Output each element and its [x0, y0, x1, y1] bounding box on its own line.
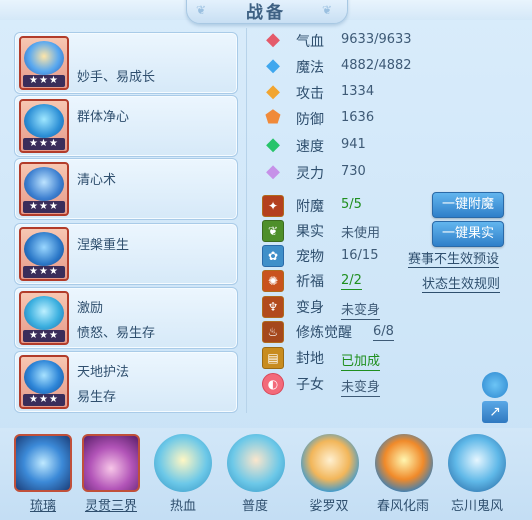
- skill-name: 群体净心: [77, 110, 130, 125]
- awaken-value[interactable]: 6/8: [373, 324, 394, 341]
- one-click-enchant-button[interactable]: 一键附魔: [432, 192, 504, 218]
- skill-icon: ★★★: [19, 36, 69, 90]
- skill-icon: ★★★: [19, 162, 69, 216]
- star-rating: ★★★: [23, 330, 65, 342]
- pet-icon: ✿: [262, 245, 284, 267]
- child-value[interactable]: 未变身: [341, 376, 381, 397]
- attr-value: 4882/4882: [341, 58, 412, 73]
- attack-icon: ◆: [266, 81, 280, 102]
- status-label: 宠物: [296, 249, 324, 265]
- status-rules-link[interactable]: 状态生效规则: [422, 273, 501, 293]
- blessing-icon: ✺: [262, 270, 284, 292]
- transform-value[interactable]: 未变身: [341, 299, 381, 320]
- formation-icon-wangchuanguifeng[interactable]: [448, 434, 506, 492]
- attr-label: 防御: [296, 112, 324, 128]
- blessing-value[interactable]: 2/2: [341, 273, 362, 290]
- panel-title: 战备: [246, 3, 286, 23]
- skill-icon: ★★★: [19, 291, 69, 345]
- spirit-icon: ◆: [266, 161, 280, 182]
- speed-icon: ◆: [266, 134, 280, 155]
- pet-value: 16/15: [341, 248, 379, 263]
- divider: [246, 28, 247, 413]
- formation-icon-pudu[interactable]: [227, 434, 285, 492]
- star-rating: ★★★: [23, 266, 65, 278]
- skill-icon: ★★★: [19, 227, 69, 281]
- formation-name[interactable]: 娑罗双: [291, 495, 367, 514]
- attr-value: 1334: [341, 84, 375, 99]
- formation-icon-suoluoshuang[interactable]: [301, 434, 359, 492]
- share-icon[interactable]: ↗: [482, 401, 508, 423]
- status-label: 修炼觉醒: [296, 325, 352, 341]
- skill-icon: ★★★: [19, 99, 69, 153]
- attr-label: 灵力: [296, 166, 324, 182]
- star-rating: ★★★: [23, 394, 65, 406]
- land-icon: ▤: [262, 347, 284, 369]
- awaken-icon: ♨: [262, 321, 284, 343]
- formation-name[interactable]: 琉璃: [5, 495, 81, 514]
- mana-icon: ◆: [266, 55, 280, 76]
- attr-value: 941: [341, 137, 366, 152]
- status-label: 附魔: [296, 199, 324, 215]
- attr-value: 1636: [341, 110, 375, 125]
- fruit-value: 未使用: [341, 226, 381, 241]
- status-label: 变身: [296, 300, 324, 316]
- attr-value: 9633/9633: [341, 32, 412, 47]
- status-label: 封地: [296, 351, 324, 367]
- one-click-fruit-button[interactable]: 一键果实: [432, 221, 504, 247]
- heart-icon: ◆: [266, 29, 280, 50]
- status-label: 祈福: [296, 274, 324, 290]
- skill-card[interactable]: ★★★ 群体净心: [14, 95, 238, 157]
- attr-value: 730: [341, 164, 366, 179]
- formation-icon-linguansanjie[interactable]: [82, 434, 140, 492]
- battle-prep-panel: ❦ ❦ 战备 ★★★ 妙手、易成长 ★★★ 群体净心 ★★★ 清心术 ★★★ 涅…: [0, 0, 532, 520]
- attr-label: 魔法: [296, 60, 324, 76]
- attr-label: 速度: [296, 139, 324, 155]
- skill-name: 涅槃重生: [77, 238, 130, 253]
- skill-card[interactable]: ★★★ 清心术: [14, 158, 238, 220]
- skill-subtitle: 愤怒、易生存: [77, 326, 156, 341]
- formation-name[interactable]: 春风化雨: [365, 495, 441, 514]
- skill-card[interactable]: ★★★ 天地护法 易生存: [14, 351, 238, 413]
- skill-card[interactable]: ★★★ 涅槃重生: [14, 223, 238, 285]
- skill-name: 天地护法: [77, 365, 130, 380]
- defense-icon: ⬟: [265, 107, 281, 128]
- skill-name: 妙手、易成长: [77, 70, 156, 85]
- transform-icon: ♆: [262, 296, 284, 318]
- attr-label: 攻击: [296, 86, 324, 102]
- formation-name[interactable]: 热血: [145, 495, 221, 514]
- star-rating: ★★★: [23, 201, 65, 213]
- attr-label: 气血: [296, 34, 324, 50]
- skill-name: 清心术: [77, 173, 117, 188]
- formation-icon-chunfenghuayu[interactable]: [375, 434, 433, 492]
- enchant-icon: ✦: [262, 195, 284, 217]
- skill-card[interactable]: ★★★ 妙手、易成长: [14, 32, 238, 94]
- formation-icon-liuli[interactable]: [14, 434, 72, 492]
- skill-icon: ★★★: [19, 355, 69, 409]
- land-value[interactable]: 已加成: [341, 350, 381, 371]
- status-label: 子女: [296, 377, 324, 393]
- enchant-value: 5/5: [341, 197, 362, 212]
- skill-name: 激励: [77, 301, 104, 316]
- event-preset-link[interactable]: 赛事不生效预设: [408, 248, 500, 268]
- fruit-icon: ❦: [262, 220, 284, 242]
- formation-name[interactable]: 灵贯三界: [73, 495, 149, 514]
- star-rating: ★★★: [23, 75, 65, 87]
- status-label: 果实: [296, 224, 324, 240]
- child-icon: ◐: [262, 373, 284, 395]
- formation-name[interactable]: 普度: [217, 495, 293, 514]
- refresh-icon[interactable]: [482, 372, 508, 398]
- star-rating: ★★★: [23, 138, 65, 150]
- skill-card[interactable]: ★★★ 激励 愤怒、易生存: [14, 287, 238, 349]
- formation-name[interactable]: 忘川鬼风: [439, 495, 515, 514]
- skill-subtitle: 易生存: [77, 390, 117, 405]
- formation-icon-rexue[interactable]: [154, 434, 212, 492]
